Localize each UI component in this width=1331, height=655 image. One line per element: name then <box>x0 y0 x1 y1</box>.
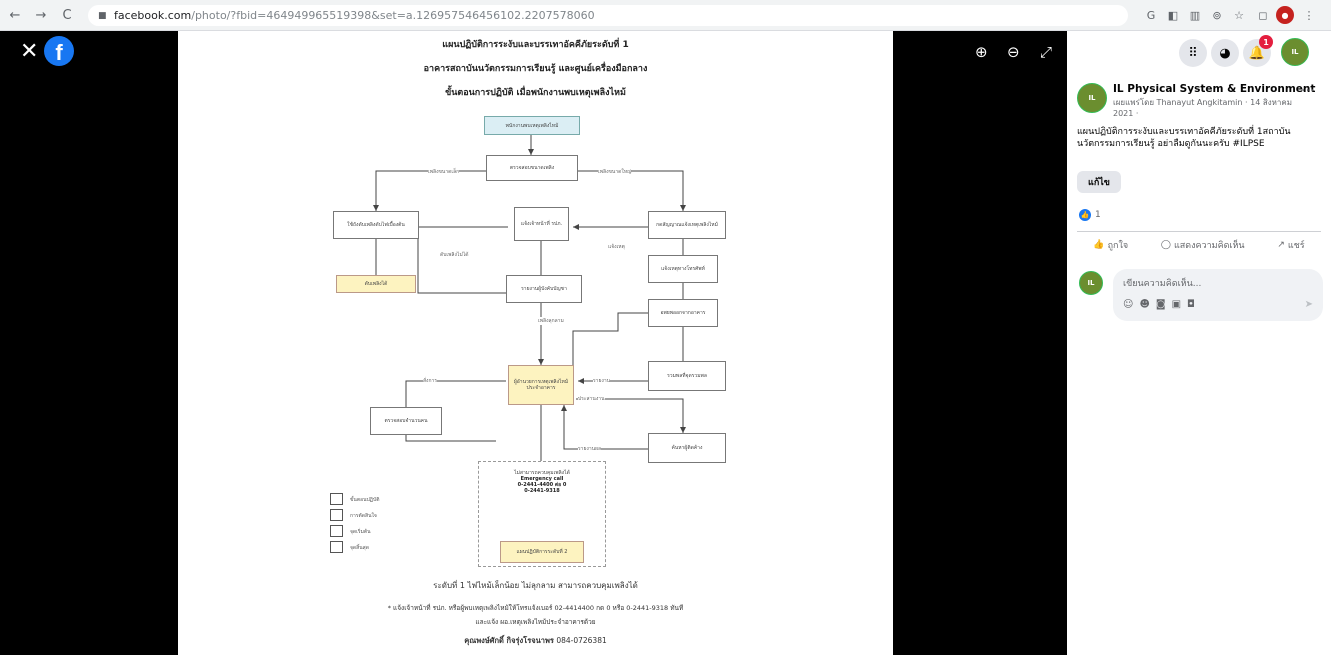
facebook-logo-icon[interactable]: f <box>44 36 74 66</box>
legend-label: จุดเริ่มต้น <box>350 529 371 535</box>
zoom-in-icon[interactable]: ⊕ <box>975 43 988 61</box>
url-host: facebook.com <box>114 9 192 22</box>
footer-note-1: * แจ้งเจ้าหน้าที่ รปภ. หรือผู้พบเหตุเพลิ… <box>387 604 684 612</box>
messenger-icon[interactable]: ◕ <box>1211 39 1239 67</box>
legend-square <box>330 541 343 553</box>
flow-box-level2: แผนปฏิบัติการระดับที่ 2 <box>500 541 584 563</box>
flow-box-small-fire: ใช้ถังดับเพลิงดับไฟเบื้องต้น <box>333 211 419 239</box>
comment-label: แสดงความคิดเห็น <box>1173 240 1245 251</box>
post-panel: ⠿ ◕ 🔔 1 IL IL IL Physical System & Envir… <box>1067 31 1331 655</box>
like-reaction-icon: 👍 <box>1079 209 1091 221</box>
gif-icon[interactable]: ▣ <box>1172 299 1181 310</box>
sticker-icon[interactable]: ◘ <box>1187 299 1195 310</box>
legend-label: จุดสิ้นสุด <box>350 545 369 551</box>
flow-label: รายงาน <box>593 377 611 385</box>
commenter-avatar: IL <box>1079 271 1103 295</box>
flow-label: แจ้งเหตุ <box>608 243 625 251</box>
emoji-icon[interactable]: ☻ <box>1139 299 1149 310</box>
tab-search-icon[interactable]: ◻ <box>1254 6 1272 24</box>
lock-icon: ■ <box>98 10 107 21</box>
legend-square <box>330 509 343 521</box>
edit-button[interactable]: แก้ไข <box>1077 171 1121 193</box>
browser-toolbar: ← → C ■ facebook.com /photo/?fbid=464949… <box>0 0 1331 31</box>
legend-square <box>330 525 343 537</box>
flow-label: รายงานผล <box>578 445 602 453</box>
like-label: ถูกใจ <box>1107 240 1129 251</box>
extension-icon[interactable]: ⊚ <box>1208 6 1226 24</box>
close-viewer-button[interactable]: ✕ <box>20 41 38 63</box>
browser-menu-icon[interactable]: ⋮ <box>1300 6 1318 24</box>
google-icon[interactable]: G <box>1142 6 1160 24</box>
more-options-icon[interactable]: ··· <box>1301 83 1314 99</box>
extension-icon[interactable]: ▥ <box>1186 6 1204 24</box>
post-actions: 👍 ถูกใจ ◯ แสดงความคิดเห็น ↗ แชร์ <box>1077 231 1321 257</box>
reaction-count: 1 <box>1095 210 1101 220</box>
camera-icon[interactable]: ◙ <box>1156 299 1166 310</box>
zoom-out-icon[interactable]: ⊖ <box>1007 43 1020 61</box>
flow-box-rescue: ค้นหาผู้ติดค้าง <box>648 433 726 463</box>
post-byline: เผยแพร่โดย Thanayut Angkitamin · 14 สิงห… <box>1113 98 1293 118</box>
flowchart-image: แผนปฏิบัติการระงับและบรรเทาอัคคีภัยระดับ… <box>178 31 893 655</box>
avatar-sticker-icon[interactable]: ☺ <box>1123 299 1133 310</box>
forward-button[interactable]: → <box>30 4 52 26</box>
menu-grid-icon[interactable]: ⠿ <box>1179 39 1207 67</box>
flow-label: เพลิงขนาดใหญ่ <box>598 168 632 176</box>
footer-contact: คุณพงษ์ศักดิ์ กิจรุ่งโรจนาพร 084-0726381 <box>178 635 893 647</box>
notifications-bell-icon[interactable]: 🔔 1 <box>1243 35 1273 67</box>
account-avatar[interactable]: IL <box>1281 38 1309 66</box>
comment-icon: ◯ <box>1160 239 1171 250</box>
page-avatar[interactable]: IL <box>1077 83 1107 113</box>
flow-box-notify: แจ้งเจ้าหน้าที่ รปภ. <box>514 207 569 241</box>
comment-tools: ☺ ☻ ◙ ▣ ◘ <box>1123 299 1195 310</box>
flow-box-check: ตรวจสอบจำนวนคน <box>370 407 442 435</box>
legend-label: การตัดสินใจ <box>350 513 377 519</box>
flow-box-director: ผู้อำนวยการเหตุเพลิงไหม้ประจำอาคาร <box>508 365 574 405</box>
extension-icon[interactable]: ◧ <box>1164 6 1182 24</box>
emergency-number-2: 0-2441-9318 <box>524 488 560 494</box>
flow-box-gather: รวมพลที่จุดรวมพล <box>648 361 726 391</box>
share-icon: ↗ <box>1277 239 1285 250</box>
footer-contact-phone: 084-0726381 <box>556 636 607 645</box>
like-button[interactable]: 👍 ถูกใจ <box>1093 238 1128 252</box>
legend-square <box>330 493 343 505</box>
back-button[interactable]: ← <box>4 4 26 26</box>
level-note: ระดับที่ 1 ไฟไหม้เล็กน้อย ไม่ลุกลาม สามา… <box>433 581 638 590</box>
legend-label: ขั้นตอนปฏิบัติ <box>350 497 380 503</box>
url-path: /photo/?fbid=464949965519398&set=a.12695… <box>191 9 595 22</box>
footer-note-2: และแจ้ง ผอ.เหตุเพลิงไหม้ประจำอาคารด้วย <box>475 618 596 626</box>
flow-label: เพลิงลุกลาม <box>538 317 564 325</box>
reaction-summary[interactable]: 👍 1 <box>1079 209 1101 221</box>
send-icon[interactable]: ➤ <box>1305 299 1313 310</box>
comment-placeholder: เขียนความคิดเห็น... <box>1123 279 1202 289</box>
bookmark-star-icon[interactable]: ☆ <box>1230 6 1248 24</box>
flow-box-decision: ตรวจสอบขนาดเพลิง <box>486 155 578 181</box>
flow-label: เพลิงขนาดเล็ก <box>428 168 460 176</box>
photo-viewer: ✕ f ⊕ ⊖ ⤢ แผนปฏิบัติการระงับและบรรเทาอัค… <box>0 31 1067 655</box>
share-label: แชร์ <box>1287 240 1305 251</box>
like-icon: 👍 <box>1093 239 1105 250</box>
flow-box-start: พนักงานพบเหตุเพลิงไหม้ <box>484 116 580 135</box>
reload-button[interactable]: C <box>56 4 78 26</box>
page-name-link[interactable]: IL Physical System & Environment <box>1113 83 1315 95</box>
flow-box-report: รายงานผู้บังคับบัญชา <box>506 275 582 303</box>
flow-label: ประสานงาน <box>578 395 605 403</box>
flow-label: สั่งการ <box>423 377 438 385</box>
flow-label: ดับเพลิงไม่ได้ <box>440 251 469 259</box>
notification-badge: 1 <box>1259 35 1273 49</box>
address-bar[interactable]: ■ facebook.com /photo/?fbid=464949965519… <box>88 5 1128 26</box>
footer-contact-name: คุณพงษ์ศักดิ์ กิจรุ่งโรจนาพร <box>464 636 554 645</box>
flow-box-evacuate: อพยพออกจากอาคาร <box>648 299 718 327</box>
flow-box-large-fire: กดสัญญาณแจ้งเหตุเพลิงไหม้ <box>648 211 726 239</box>
flow-box-alarm: แจ้งเหตุทางโทรศัพท์ <box>648 255 718 283</box>
comment-input[interactable]: เขียนความคิดเห็น... ☺ ☻ ◙ ▣ ◘ ➤ <box>1113 269 1323 321</box>
share-button[interactable]: ↗ แชร์ <box>1277 238 1304 252</box>
fullscreen-icon[interactable]: ⤢ <box>1040 43 1052 61</box>
post-text: แผนปฏิบัติการระงับและบรรเทาอัคคีภัยระดับ… <box>1077 127 1291 149</box>
comment-button[interactable]: ◯ แสดงความคิดเห็น <box>1161 238 1245 252</box>
profile-icon[interactable]: ● <box>1276 6 1294 24</box>
flow-box-done: ดับเพลิงได้ <box>336 275 416 293</box>
